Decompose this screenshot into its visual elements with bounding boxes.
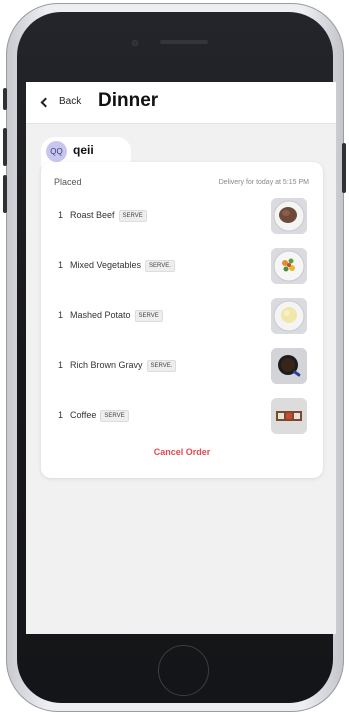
user-name: qeii	[73, 143, 94, 157]
item-name-text: Roast Beef	[70, 210, 115, 220]
app-screen: Back Dinner QQ qeii Placed Delivery for …	[26, 82, 336, 634]
mute-switch	[3, 88, 7, 110]
list-item: 1 Roast Beef SERVE	[41, 197, 323, 235]
item-name-text: Mixed Vegetables	[70, 260, 142, 270]
item-thumbnail	[271, 348, 307, 384]
chevron-left-icon[interactable]	[40, 97, 51, 108]
item-thumbnail	[271, 298, 307, 334]
earpiece-speaker	[160, 40, 208, 44]
page-title: Dinner	[98, 90, 159, 111]
item-name: Roast Beef SERVE	[70, 210, 147, 222]
volume-down-button	[3, 175, 7, 213]
item-quantity: 1	[58, 260, 64, 270]
order-status: Placed	[54, 177, 82, 187]
top-bar: Back Dinner	[26, 82, 336, 124]
item-name-text: Coffee	[70, 410, 97, 420]
delivery-time: Delivery for today at 5:15 PM	[218, 179, 309, 186]
item-quantity: 1	[58, 360, 64, 370]
serve-badge: SERVE	[100, 410, 129, 422]
item-quantity: 1	[58, 410, 64, 420]
cancel-order-button[interactable]: Cancel Order	[41, 447, 323, 457]
item-name: Mashed Potato SERVE	[70, 310, 163, 322]
order-card: Placed Delivery for today at 5:15 PM 1 R…	[41, 162, 323, 478]
item-name: Mixed Vegetables SERVE.	[70, 260, 175, 272]
item-thumbnail	[271, 198, 307, 234]
serve-badge: SERVE.	[145, 260, 175, 272]
item-thumbnail	[271, 248, 307, 284]
back-button[interactable]: Back	[59, 96, 81, 107]
list-item: 1 Rich Brown Gravy SERVE.	[41, 347, 323, 385]
volume-up-button	[3, 128, 7, 166]
item-thumbnail	[271, 398, 307, 434]
item-name-text: Mashed Potato	[70, 310, 131, 320]
item-quantity: 1	[58, 210, 64, 220]
list-item: 1 Mashed Potato SERVE	[41, 297, 323, 335]
front-camera	[132, 40, 138, 46]
serve-badge: SERVE	[134, 310, 163, 322]
item-name-text: Rich Brown Gravy	[70, 360, 143, 370]
item-name: Coffee SERVE	[70, 410, 129, 422]
home-button-icon[interactable]	[158, 645, 209, 696]
item-name: Rich Brown Gravy SERVE.	[70, 360, 177, 372]
list-item: 1 Mixed Vegetables SERVE.	[41, 247, 323, 285]
serve-badge: SERVE.	[146, 360, 177, 372]
avatar: QQ	[46, 141, 67, 162]
list-item: 1 Coffee SERVE	[41, 397, 323, 435]
item-quantity: 1	[58, 310, 64, 320]
serve-badge: SERVE	[118, 210, 147, 222]
power-button	[342, 143, 346, 193]
